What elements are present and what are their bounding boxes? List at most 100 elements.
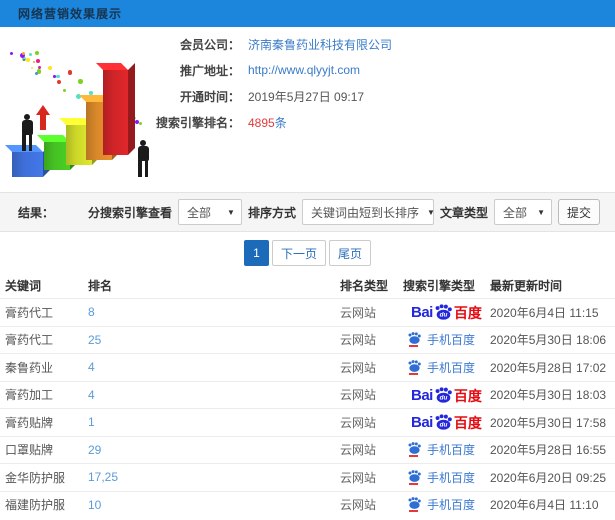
updated-time-cell: 2020年6月20日 09:25 xyxy=(490,470,607,485)
engine-type-cell: Bai du 百度 xyxy=(403,304,490,320)
next-page-button[interactable]: 下一页 xyxy=(271,240,326,266)
opened-time-label: 开通时间： xyxy=(179,89,240,104)
baidu-mobile-label: 手机百度 xyxy=(427,443,476,458)
businessman-figure-left xyxy=(20,114,34,152)
rank-link[interactable]: 1 xyxy=(88,415,340,429)
svg-text:du: du xyxy=(439,395,447,402)
chart-bar xyxy=(96,63,135,155)
promo-url-row: 推广地址： http://www.qlyyjt.com xyxy=(152,57,392,83)
pagination: 1 下一页 尾页 xyxy=(0,240,615,266)
sort-filter-value: 关键词由短到长排序 xyxy=(310,205,419,220)
confetti-dot xyxy=(36,59,40,64)
table-row: 膏药代工 8 云网站 Bai du 百度 2020年6月4日 11:15 xyxy=(0,298,615,326)
confetti-dot xyxy=(56,74,60,79)
table-row: 福建防护服 10 云网站 手机百度 2020年6月4日 11:10 xyxy=(0,490,615,519)
rank-type-cell: 云网站 xyxy=(340,443,377,458)
baidu-paw-icon xyxy=(408,332,421,345)
rank-type-cell: 云网站 xyxy=(340,415,377,430)
confetti-dot xyxy=(139,121,143,125)
baidu-mobile-label: 手机百度 xyxy=(427,498,476,513)
keyword-cell: 金华防护服 xyxy=(5,470,66,485)
company-link[interactable]: 济南秦鲁药业科技有限公司 xyxy=(248,36,392,53)
keyword-cell: 膏药贴牌 xyxy=(5,415,54,430)
baidu-mobile-badge: 手机百度 xyxy=(407,359,475,376)
confetti-dot xyxy=(32,60,36,64)
opened-time-value: 2019年5月27日 09:17 xyxy=(248,89,365,104)
engine-type-cell: Bai du 百度 xyxy=(403,387,490,403)
baidu-paw-icon xyxy=(408,442,421,455)
engine-filter-select[interactable]: 全部 ▼ xyxy=(177,199,242,225)
rank-link[interactable]: 4 xyxy=(88,360,340,374)
red-underline xyxy=(409,510,418,513)
baidu-paw-icon: du xyxy=(435,414,452,430)
svg-text:du: du xyxy=(439,422,447,429)
rank-count: 4895 xyxy=(248,115,275,130)
baidu-mobile-badge: 手机百度 xyxy=(407,331,475,348)
engine-rank-label: 搜索引擎排名： xyxy=(155,115,240,130)
confetti-dot xyxy=(30,66,34,70)
page-button-current[interactable]: 1 xyxy=(243,240,269,266)
confetti-dot xyxy=(47,65,53,71)
results-table-header: 关键词 排名 排名类型 搜索引擎类型 最新更新时间 xyxy=(0,272,615,298)
article-type-label: 文章类型 xyxy=(439,205,488,220)
sort-filter-select[interactable]: 关键词由短到长排序 ▼ xyxy=(301,199,435,225)
updated-time-cell: 2020年5月30日 18:03 xyxy=(490,388,607,403)
rank-link[interactable]: 25 xyxy=(88,333,340,347)
promo-url-label: 推广地址： xyxy=(179,63,240,78)
baidu-mobile-label: 手机百度 xyxy=(427,360,476,375)
confetti-dot xyxy=(34,71,39,76)
engine-type-cell: 手机百度 xyxy=(403,359,490,376)
article-type-select[interactable]: 全部 ▼ xyxy=(494,199,552,225)
keyword-cell: 福建防护服 xyxy=(5,498,66,513)
table-row: 膏药代工 25 云网站 手机百度 2020年5月30日 18:06 xyxy=(0,325,615,354)
keyword-cell: 膏药代工 xyxy=(5,333,54,348)
promo-url-link[interactable]: http://www.qlyyjt.com xyxy=(248,63,360,77)
rank-type-cell: 云网站 xyxy=(340,470,377,485)
rank-link[interactable]: 8 xyxy=(88,305,340,319)
rank-link[interactable]: 17,25 xyxy=(88,470,340,484)
confetti-dot xyxy=(53,75,56,79)
engine-rank-value: 4895条 xyxy=(248,114,287,131)
last-page-button[interactable]: 尾页 xyxy=(329,240,372,266)
engine-type-cell: 手机百度 xyxy=(403,496,490,513)
page-title: 网络营销效果展示 xyxy=(18,7,123,21)
chart-bar xyxy=(5,145,50,177)
table-row: 金华防护服 17,25 云网站 手机百度 2020年6月20日 09:25 xyxy=(0,463,615,491)
updated-time-cell: 2020年5月30日 17:58 xyxy=(490,415,607,430)
confetti-dot xyxy=(25,58,30,62)
confetti-dot xyxy=(63,89,67,93)
rank-link[interactable]: 29 xyxy=(88,443,340,457)
baidu-pc-logo: Bai du 百度 xyxy=(411,304,482,322)
updated-time-cell: 2020年5月28日 16:55 xyxy=(490,443,607,458)
engine-filter-value: 全部 xyxy=(186,205,211,220)
header-rank-type: 排名类型 xyxy=(340,278,389,293)
growth-arrow-icon xyxy=(36,105,50,131)
rank-link[interactable]: 4 xyxy=(88,388,340,402)
sort-filter-label: 排序方式 xyxy=(247,205,296,220)
company-label: 会员公司： xyxy=(179,37,240,52)
submit-button[interactable]: 提交 xyxy=(558,199,600,225)
baidu-mobile-badge: 手机百度 xyxy=(407,469,475,486)
engine-type-cell: Bai du 百度 xyxy=(403,414,490,430)
account-info-section: 会员公司： 济南秦鲁药业科技有限公司 推广地址： http://www.qlyy… xyxy=(0,27,615,192)
article-type-value: 全部 xyxy=(503,205,528,220)
chevron-down-icon: ▼ xyxy=(227,207,235,217)
filter-controls: 分搜索引擎查看 全部 ▼ 排序方式 关键词由短到长排序 ▼ 文章类型 全部 ▼ … xyxy=(88,199,600,225)
baidu-paw-icon: du xyxy=(435,387,452,403)
confetti-dot xyxy=(56,80,62,85)
updated-time-cell: 2020年5月30日 18:06 xyxy=(490,333,607,348)
red-underline xyxy=(409,482,418,485)
filter-bar: 结果： 分搜索引擎查看 全部 ▼ 排序方式 关键词由短到长排序 ▼ 文章类型 全… xyxy=(0,192,615,232)
table-row: 膏药贴牌 1 云网站 Bai du 百度 2020年5月30日 17:58 xyxy=(0,408,615,436)
confetti-dot xyxy=(77,79,83,84)
header-updated: 最新更新时间 xyxy=(490,278,563,293)
engine-rank-row: 搜索引擎排名： 4895条 xyxy=(152,109,392,135)
rank-link[interactable]: 10 xyxy=(88,498,340,512)
baidu-mobile-badge: 手机百度 xyxy=(407,441,475,458)
baidu-mobile-label: 手机百度 xyxy=(427,333,476,348)
table-row: 口罩贴牌 29 云网站 手机百度 2020年5月28日 16:55 xyxy=(0,435,615,464)
baidu-pc-logo: Bai du 百度 xyxy=(411,414,482,432)
baidu-paw-icon xyxy=(408,469,421,482)
baidu-mobile-label: 手机百度 xyxy=(427,470,476,485)
keyword-cell: 秦鲁药业 xyxy=(5,360,54,375)
